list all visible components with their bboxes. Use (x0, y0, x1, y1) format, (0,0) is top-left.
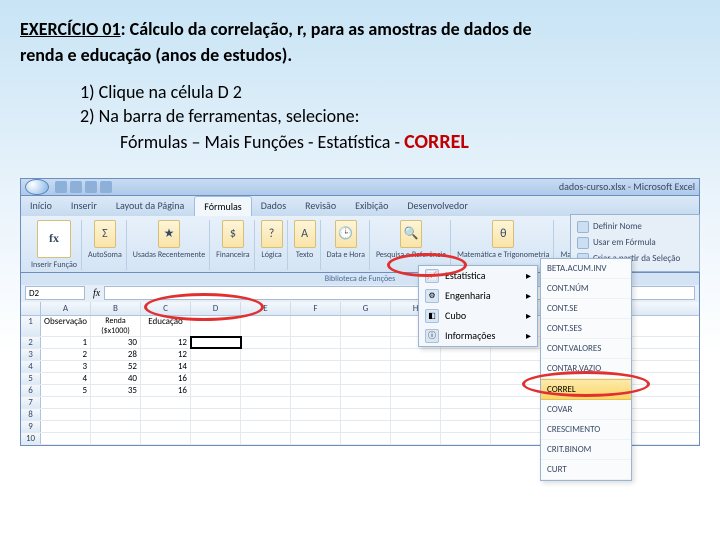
func-contvalores[interactable]: CONT.VALORES (541, 339, 631, 359)
cell-B1[interactable]: Renda ($x1000) (91, 316, 141, 336)
definir-nome[interactable]: Definir Nome (593, 221, 642, 232)
tab-revisao[interactable]: Revisão (296, 196, 346, 216)
cell-C1[interactable]: Educação (141, 316, 191, 336)
func-curt[interactable]: CURT (541, 460, 631, 480)
usar-formula[interactable]: Usar em Fórmula (593, 237, 656, 248)
func-contarvazio[interactable]: CONTAR.VAZIO (541, 359, 631, 379)
excel-screenshot: dados-curso.xlsx - Microsoft Excel Iníci… (20, 178, 700, 446)
menu-engenharia[interactable]: ⚙Engenharia▸ (419, 286, 537, 306)
financial-label: Financeira (216, 250, 249, 260)
math-label: Matemática e Trigonometria (457, 250, 549, 260)
ribbon-tabs: Início Inserir Layout da Página Fórmulas… (20, 196, 700, 216)
col-G[interactable]: G (341, 302, 391, 315)
date-label: Data e Hora (327, 250, 365, 260)
cell-A2[interactable]: 1 (41, 337, 91, 348)
row-2-hdr[interactable]: 2 (21, 337, 41, 348)
info-icon: ⓘ (425, 329, 439, 343)
row-1-hdr[interactable]: 1 (21, 316, 41, 336)
more-functions-menu: 📈Estatística▸ ⚙Engenharia▸ ◧Cubo▸ ⓘInfor… (418, 265, 538, 347)
menu-cubo[interactable]: ◧Cubo▸ (419, 306, 537, 326)
office-button[interactable] (25, 179, 49, 195)
financial-button[interactable]: $ (222, 220, 244, 248)
insert-function-button[interactable]: fx (37, 220, 71, 258)
col-F[interactable]: F (291, 302, 341, 315)
func-crescimento[interactable]: CRESCIMENTO (541, 420, 631, 440)
chevron-right-icon: ▸ (526, 329, 531, 342)
tab-desenvolvedor[interactable]: Desenvolvedor (398, 196, 478, 216)
window-title: dados-curso.xlsx - Microsoft Excel (559, 180, 695, 193)
func-contse[interactable]: CONT.SE (541, 299, 631, 319)
tab-inicio[interactable]: Início (21, 196, 62, 216)
statistical-function-list: BETA.ACUM.INV CONT.NÚM CONT.SE CONT.SES … (540, 258, 632, 481)
text-label: Texto (296, 250, 313, 260)
menu-estatistica[interactable]: 📈Estatística▸ (419, 266, 537, 286)
func-contses[interactable]: CONT.SES (541, 319, 631, 339)
recent-label: Usadas Recentemente (133, 250, 205, 260)
recent-button[interactable]: ★ (158, 220, 180, 248)
stats-icon: 📈 (425, 269, 439, 283)
cube-icon: ◧ (425, 309, 439, 323)
func-covar[interactable]: COVAR (541, 400, 631, 420)
name-box[interactable]: D2 (25, 286, 85, 300)
exercise-label: EXERCÍCIO 01 (20, 18, 121, 40)
func-critbinom[interactable]: CRIT.BINOM (541, 440, 631, 460)
logical-label: Lógica (261, 250, 281, 260)
title-line2: renda e educação (anos de estudos). (20, 44, 700, 66)
autosum-label: AutoSoma (88, 250, 122, 260)
title-rest: : Cálculo da correlação, r, para as amos… (121, 18, 532, 40)
step-2: 2) Na barra de ferramentas, selecione: (80, 104, 700, 128)
func-contnum[interactable]: CONT.NÚM (541, 279, 631, 299)
autosum-button[interactable]: Σ (94, 220, 116, 248)
window-titlebar: dados-curso.xlsx - Microsoft Excel (20, 178, 700, 196)
fx-icon[interactable]: fx (93, 288, 100, 299)
lookup-button[interactable]: 🔍 (400, 220, 422, 248)
tab-formulas[interactable]: Fórmulas (194, 196, 251, 216)
cell-D1[interactable] (191, 316, 241, 336)
text-button[interactable]: A (294, 220, 316, 248)
name-icon (577, 221, 589, 233)
quick-access-toolbar[interactable] (55, 181, 112, 193)
correl-keyword: CORREL (404, 130, 469, 154)
cell-C2[interactable]: 12 (141, 337, 191, 348)
formula-path: Fórmulas – Mais Funções - Estatística - (120, 131, 404, 153)
func-betaacuminv[interactable]: BETA.ACUM.INV (541, 259, 631, 279)
menu-info[interactable]: ⓘInformações▸ (419, 326, 537, 346)
cell-B2[interactable]: 30 (91, 337, 141, 348)
cell-D2[interactable] (191, 337, 241, 348)
tab-layout[interactable]: Layout da Página (107, 196, 194, 216)
chevron-right-icon: ▸ (526, 309, 531, 322)
step-1: 1) Clique na célula D 2 (80, 80, 700, 104)
chevron-right-icon: ▸ (526, 269, 531, 282)
select-all-corner[interactable] (21, 302, 41, 315)
col-D[interactable]: D (191, 302, 241, 315)
cell-A1[interactable]: Observação (41, 316, 91, 336)
tab-inserir[interactable]: Inserir (62, 196, 107, 216)
col-C[interactable]: C (141, 302, 191, 315)
eng-icon: ⚙ (425, 289, 439, 303)
formula-icon (577, 237, 589, 249)
tab-exibicao[interactable]: Exibição (346, 196, 398, 216)
lookup-label: Pesquisa e Referência (376, 250, 446, 260)
col-A[interactable]: A (41, 302, 91, 315)
date-button[interactable]: 🕒 (335, 220, 357, 248)
logical-button[interactable]: ? (261, 220, 283, 248)
math-button[interactable]: θ (492, 220, 514, 248)
col-E[interactable]: E (241, 302, 291, 315)
tab-dados[interactable]: Dados (252, 196, 296, 216)
col-B[interactable]: B (91, 302, 141, 315)
func-correl[interactable]: CORREL (541, 379, 631, 400)
chevron-right-icon: ▸ (526, 289, 531, 302)
insert-function-label: Inserir Função (31, 260, 77, 270)
